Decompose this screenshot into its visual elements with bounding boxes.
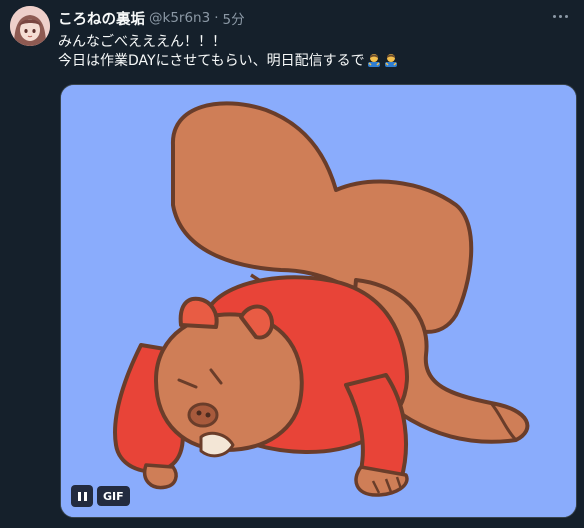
- avatar-image: [10, 6, 50, 46]
- avatar[interactable]: [10, 6, 50, 46]
- tweet-header: ころねの裏垢 @k5r6n3 · 5分: [58, 8, 544, 28]
- squirrel-illustration: [61, 85, 576, 517]
- separator-dot: ·: [214, 10, 219, 26]
- tweet-text: みんなごべえええん！！！ 今日は作業DAYにさせてもらい、明日配信するで: [58, 33, 558, 71]
- display-name[interactable]: ころねの裏垢: [58, 8, 145, 29]
- user-handle[interactable]: @k5r6n3: [149, 10, 210, 26]
- more-options-icon[interactable]: [546, 4, 574, 28]
- tweet-line: みんなごべえええん！！！: [58, 34, 226, 50]
- tweet-line: 今日は作業DAYにさせてもらい、明日配信するで: [58, 52, 558, 71]
- tweet-card[interactable]: ころねの裏垢 @k5r6n3 · 5分 みんなごべえええん！！！ 今日は作業DA…: [0, 0, 584, 528]
- gif-controls: GIF: [71, 485, 130, 507]
- bowing-person-emoji: [384, 54, 397, 67]
- bowing-person-emoji: [367, 54, 380, 67]
- pause-icon[interactable]: [71, 485, 93, 507]
- timestamp[interactable]: 5分: [223, 8, 245, 28]
- gif-media[interactable]: GIF: [60, 84, 577, 518]
- gif-badge: GIF: [97, 486, 130, 506]
